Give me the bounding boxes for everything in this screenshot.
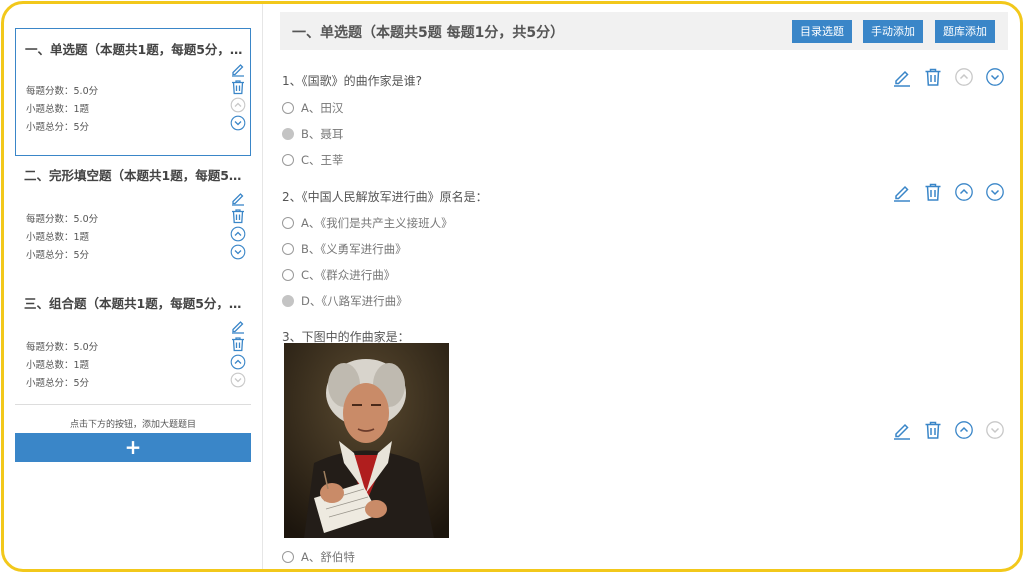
section-header: 一、单选题（本题共5题 每题1分，共5分） 目录选题 手动添加 题库添加 xyxy=(280,12,1008,50)
option-label: C、《群众进行曲》 xyxy=(301,268,396,282)
trash-icon[interactable] xyxy=(923,182,943,202)
chevron-up-icon[interactable] xyxy=(230,354,246,370)
option-c[interactable]: C、《群众进行曲》 xyxy=(282,267,395,283)
catalog-select-button[interactable]: 目录选题 xyxy=(792,20,852,43)
manual-add-button[interactable]: 手动添加 xyxy=(863,20,923,43)
trash-icon[interactable] xyxy=(230,79,246,95)
section-title: 三、组合题（本题共1题，每题5分，… xyxy=(24,296,242,311)
item-total: 小题总分：5分 xyxy=(26,122,90,133)
option-b[interactable]: B、《义勇军进行曲》 xyxy=(282,241,407,257)
score-per-item: 每题分数：5.0分 xyxy=(26,214,99,225)
trash-icon[interactable] xyxy=(230,208,246,224)
item-total: 小题总分：5分 xyxy=(26,250,90,261)
item-count: 小题总数：1题 xyxy=(26,232,90,243)
add-section-button[interactable]: + xyxy=(15,433,251,462)
option-a[interactable]: A、舒伯特 xyxy=(282,549,355,565)
main-panel: 一、单选题（本题共5题 每题1分，共5分） 目录选题 手动添加 题库添加 1、《… xyxy=(280,4,1010,569)
question-text: 1、《国歌》的曲作家是谁? xyxy=(282,74,423,88)
chevron-down-icon[interactable] xyxy=(985,67,1005,87)
section-title: 一、单选题（本题共1题，每题5分，… xyxy=(25,42,243,57)
radio-button[interactable] xyxy=(282,243,294,255)
score-per-item: 每题分数：5.0分 xyxy=(26,86,99,97)
bank-add-button[interactable]: 题库添加 xyxy=(935,20,995,43)
score-per-item: 每题分数：5.0分 xyxy=(26,342,99,353)
section-info: 每题分数：5.0分 小题总数：1题 小题总分：5分 xyxy=(26,339,98,393)
radio-button[interactable] xyxy=(282,551,294,563)
item-count: 小题总数：1题 xyxy=(26,360,90,371)
chevron-up-icon[interactable] xyxy=(954,420,974,440)
trash-icon[interactable] xyxy=(923,420,943,440)
edit-icon[interactable] xyxy=(230,61,246,77)
chevron-up-icon[interactable] xyxy=(230,226,246,242)
edit-icon[interactable] xyxy=(892,420,912,440)
option-label: A、舒伯特 xyxy=(301,550,355,564)
option-d[interactable]: D、《八路军进行曲》 xyxy=(282,293,408,309)
section-info: 每题分数：5.0分 小题总数：1题 小题总分：5分 xyxy=(26,83,98,137)
radio-button[interactable] xyxy=(282,269,294,281)
edit-icon[interactable] xyxy=(892,182,912,202)
app-frame: 一、单选题（本题共1题，每题5分，… 每题分数：5.0分 小题总数：1题 小题总… xyxy=(1,1,1023,572)
question-actions xyxy=(892,182,1008,202)
item-count: 小题总数：1题 xyxy=(26,104,90,115)
chevron-down-icon[interactable] xyxy=(230,115,246,131)
option-a[interactable]: A、田汉 xyxy=(282,100,343,116)
chevron-down-icon[interactable] xyxy=(230,372,246,388)
radio-button[interactable] xyxy=(282,154,294,166)
radio-button[interactable] xyxy=(282,295,294,307)
section-actions xyxy=(230,190,246,260)
divider xyxy=(15,404,251,405)
trash-icon[interactable] xyxy=(230,336,246,352)
question-actions xyxy=(892,67,1008,87)
edit-icon[interactable] xyxy=(230,190,246,206)
page-title: 一、单选题（本题共5题 每题1分，共5分） xyxy=(292,25,565,41)
item-total: 小题总分：5分 xyxy=(26,378,90,389)
portrait-illustration xyxy=(284,343,449,538)
section-actions xyxy=(230,61,246,131)
option-label: A、《我们是共产主义接班人》 xyxy=(301,216,453,230)
edit-icon[interactable] xyxy=(892,67,912,87)
section-actions xyxy=(230,318,246,388)
chevron-up-icon[interactable] xyxy=(954,67,974,87)
option-label: B、聂耳 xyxy=(301,127,344,141)
option-label: D、《八路军进行曲》 xyxy=(301,294,408,308)
option-c[interactable]: C、王莘 xyxy=(282,152,344,168)
option-a[interactable]: A、《我们是共产主义接班人》 xyxy=(282,215,453,231)
option-b[interactable]: B、聂耳 xyxy=(282,126,343,142)
question-text: 2、《中国人民解放军进行曲》原名是： xyxy=(282,190,488,204)
radio-button[interactable] xyxy=(282,217,294,229)
chevron-down-icon[interactable] xyxy=(985,420,1005,440)
chevron-down-icon[interactable] xyxy=(230,244,246,260)
option-label: C、王莘 xyxy=(301,153,344,167)
section-title: 二、完形填空题（本题共1题，每题5.… xyxy=(24,168,246,183)
section-info: 每题分数：5.0分 小题总数：1题 小题总分：5分 xyxy=(26,211,98,265)
chevron-down-icon[interactable] xyxy=(985,182,1005,202)
trash-icon[interactable] xyxy=(923,67,943,87)
edit-icon[interactable] xyxy=(230,318,246,334)
sidebar: 一、单选题（本题共1题，每题5分，… 每题分数：5.0分 小题总数：1题 小题总… xyxy=(4,4,263,569)
chevron-up-icon[interactable] xyxy=(230,97,246,113)
radio-button[interactable] xyxy=(282,102,294,114)
add-section-hint: 点击下方的按钮，添加大题题目 xyxy=(69,420,196,430)
chevron-up-icon[interactable] xyxy=(954,182,974,202)
composer-portrait-image xyxy=(284,343,449,538)
option-label: A、田汉 xyxy=(301,101,344,115)
question-actions xyxy=(892,420,1008,440)
radio-button[interactable] xyxy=(282,128,294,140)
option-label: B、《义勇军进行曲》 xyxy=(301,242,407,256)
